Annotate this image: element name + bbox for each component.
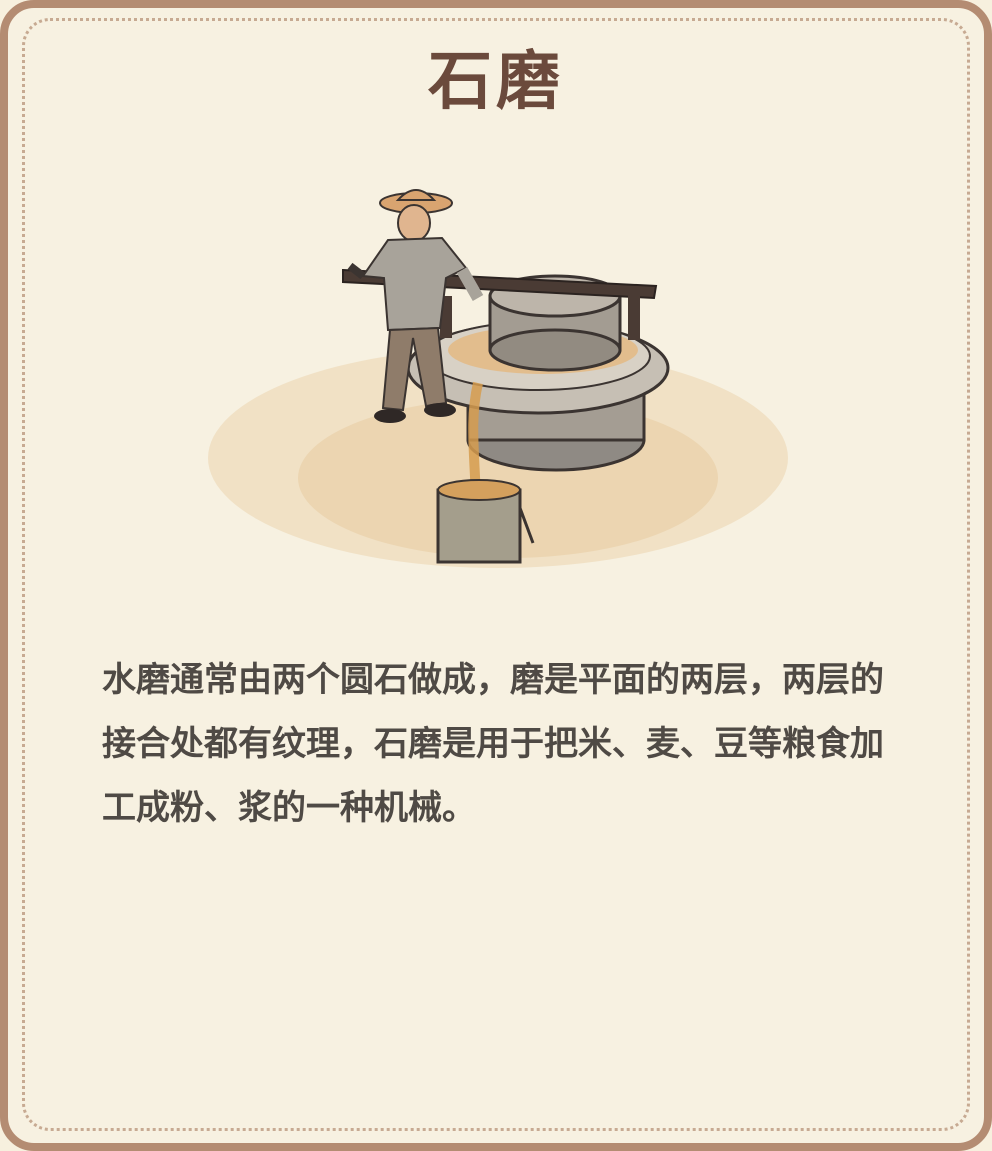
stone-mill-illustration-icon (208, 189, 788, 568)
card-title: 石磨 (428, 45, 564, 119)
card-description: 水磨通常由两个圆石做成，磨是平面的两层，两层的接合处都有纹理，石磨是用于把米、麦… (102, 660, 884, 828)
info-card: 石磨 水磨通常由两个圆石做成，磨是平面的两层，两层的接合处都有纹理，石磨是用于把… (0, 0, 992, 1151)
